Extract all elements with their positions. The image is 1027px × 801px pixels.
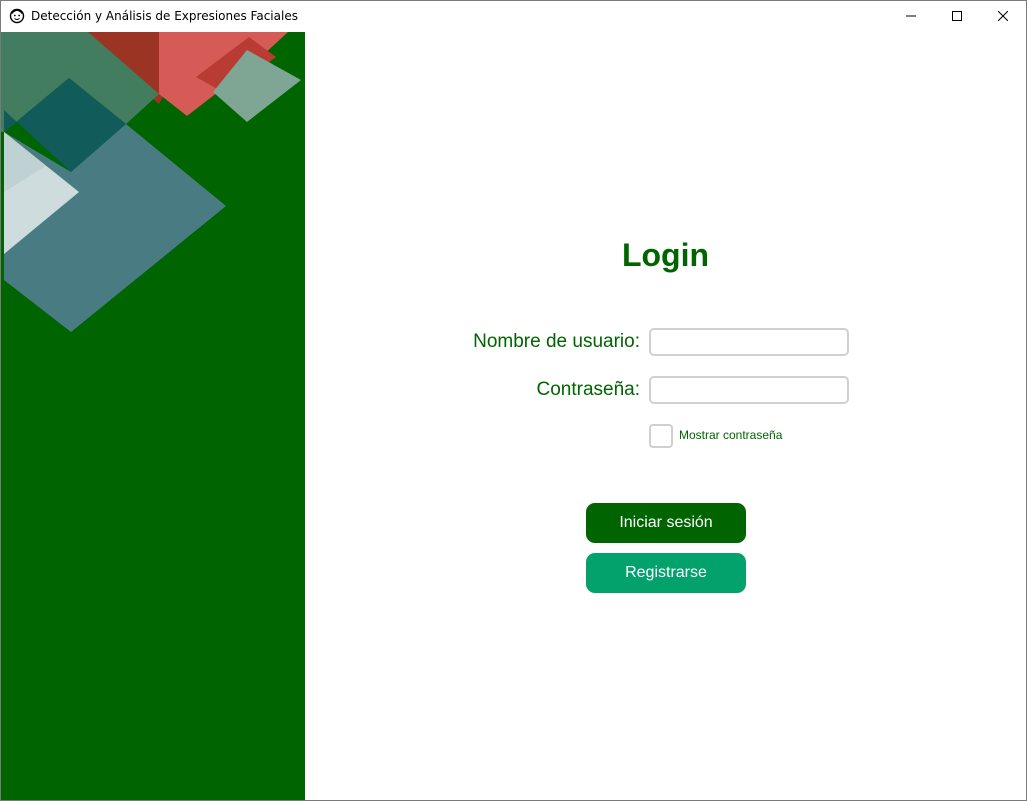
minimize-icon xyxy=(906,8,916,26)
decorative-side-panel xyxy=(1,32,305,800)
show-password-checkbox[interactable] xyxy=(649,424,673,448)
show-password-label[interactable]: Mostrar contraseña xyxy=(679,428,782,442)
app-window: Detección y Análisis de Expresiones Faci… xyxy=(0,0,1027,801)
password-label: Contraseña: xyxy=(536,379,640,400)
window-title: Detección y Análisis de Expresiones Faci… xyxy=(31,9,298,23)
geometric-decoration xyxy=(1,32,301,332)
register-button[interactable]: Registrarse xyxy=(586,553,746,593)
login-button[interactable]: Iniciar sesión xyxy=(586,503,746,543)
username-label: Nombre de usuario: xyxy=(473,331,640,352)
title-bar: Detección y Análisis de Expresiones Faci… xyxy=(1,1,1026,32)
maximize-button[interactable] xyxy=(934,1,980,32)
username-input[interactable] xyxy=(649,328,849,356)
maximize-icon xyxy=(952,8,962,26)
close-button[interactable] xyxy=(980,1,1026,32)
minimize-button[interactable] xyxy=(888,1,934,32)
password-input[interactable] xyxy=(649,376,849,404)
login-panel: Login Nombre de usuario: Contraseña: Mos… xyxy=(305,32,1026,800)
login-title: Login xyxy=(621,237,710,273)
close-icon xyxy=(997,8,1009,26)
app-face-icon xyxy=(9,8,25,24)
